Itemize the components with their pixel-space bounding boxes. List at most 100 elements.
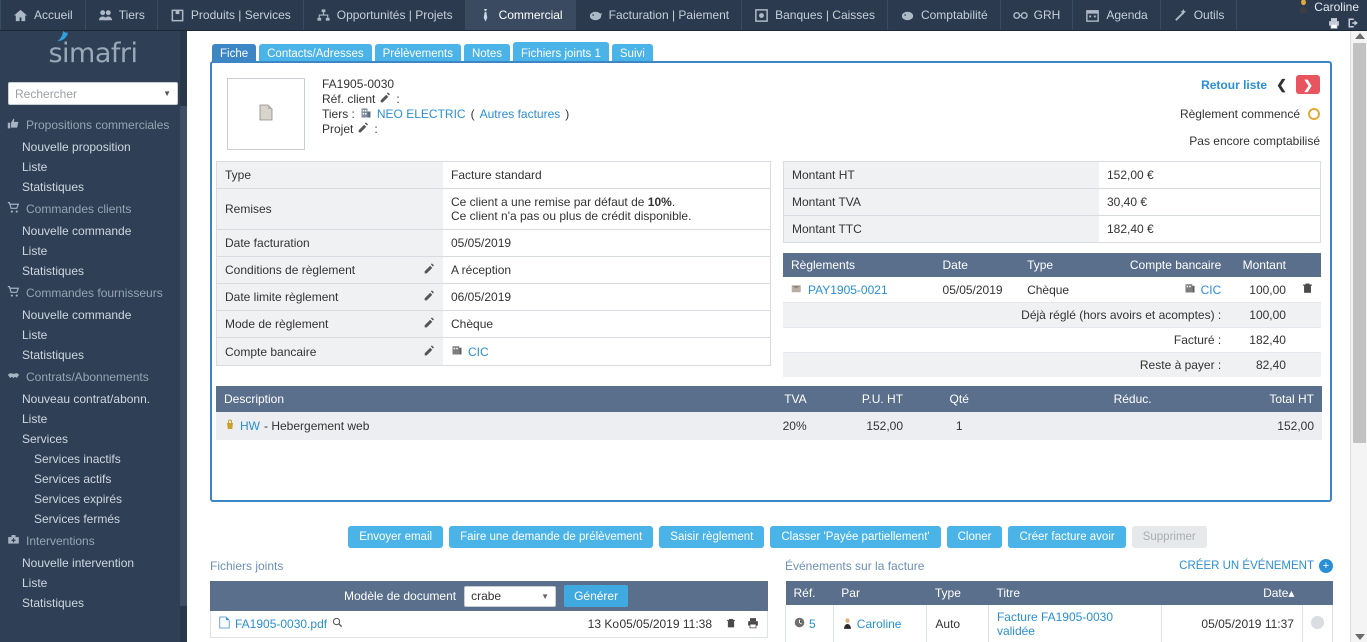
sidebar-item-nouvelle-commande-fournisseur[interactable]: Nouvelle commande <box>0 305 186 325</box>
payments-col-reglements[interactable]: Règlements <box>783 253 935 277</box>
user-row[interactable]: Caroline <box>1297 0 1359 16</box>
payments-col-compte-bancaire[interactable]: Compte bancaire <box>1121 253 1230 277</box>
event-user-link[interactable]: Caroline <box>857 617 902 631</box>
sidebar-item-interventions-liste[interactable]: Liste <box>0 573 186 593</box>
sidebar-item-commandes-clients-liste[interactable]: Liste <box>0 241 186 261</box>
tiers-link[interactable]: NEO ELECTRIC <box>377 107 466 122</box>
sidebar-item-services-fermes[interactable]: Services fermés <box>0 509 186 529</box>
document-model-select[interactable]: crabe ▼ <box>464 585 557 607</box>
edit-pencil-icon[interactable] <box>358 121 369 138</box>
payment-ref-link[interactable]: PAY1905-0021 <box>808 283 888 297</box>
print-icon[interactable] <box>1328 17 1340 32</box>
nav-item-outils[interactable]: Outils <box>1161 0 1238 30</box>
event-title-link[interactable]: Facture FA1905-0030 validée <box>997 610 1113 638</box>
page-scrollbar[interactable] <box>1350 31 1367 642</box>
edit-pencil-icon[interactable] <box>424 317 435 331</box>
sidebar-item-interventions-statistiques[interactable]: Statistiques <box>0 593 186 613</box>
events-col-titre[interactable]: Titre <box>988 581 1162 605</box>
payment-date: 05/05/2019 <box>934 277 1020 303</box>
preview-magnifier-icon[interactable] <box>332 617 343 631</box>
sidebar-group-interventions[interactable]: Interventions <box>0 529 186 553</box>
sidebar-item-services[interactable]: Services <box>0 429 186 449</box>
attachment-file-link[interactable]: FA1905-0030.pdf <box>235 617 327 631</box>
nav-item-commercial[interactable]: Commercial <box>465 0 576 30</box>
sidebar-group-propositions-commerciales[interactable]: Propositions commerciales <box>0 113 186 137</box>
nav-item-tiers[interactable]: Tiers <box>86 0 158 30</box>
box-icon <box>170 8 185 23</box>
scrollbar-thumb[interactable] <box>1353 43 1366 443</box>
edit-pencil-icon[interactable] <box>424 290 435 304</box>
total-label: Déjà réglé (hors avoirs et acomptes) : <box>783 302 1230 328</box>
scroll-down-arrow-icon[interactable] <box>1355 634 1365 640</box>
sidebar-item-services-actifs[interactable]: Services actifs <box>0 469 186 489</box>
sidebar-item-commandes-fournisseurs-statistiques[interactable]: Statistiques <box>0 345 186 365</box>
generer-button[interactable]: Générer <box>564 585 629 607</box>
creer-facture-avoir-button[interactable]: Créer facture avoir <box>1008 526 1126 548</box>
events-col-ref[interactable]: Réf. <box>785 581 834 605</box>
demande-prelevement-button[interactable]: Faire une demande de prélèvement <box>449 526 654 548</box>
nav-item-opportunites-projets[interactable]: Opportunités | Projets <box>304 0 466 30</box>
events-col-par[interactable]: Par <box>833 581 927 605</box>
sidebar-item-commandes-clients-statistiques[interactable]: Statistiques <box>0 261 186 281</box>
sidebar-item-nouveau-contrat[interactable]: Nouveau contrat/abonn. <box>0 389 186 409</box>
nav-item-agenda[interactable]: Agenda <box>1073 0 1161 30</box>
sidebar-scrollbar[interactable] <box>180 31 187 642</box>
creer-evenement-button[interactable]: CRÉER UN ÉVÉNEMENT + <box>1179 559 1333 573</box>
previous-record-button[interactable]: ❮ <box>1276 77 1287 93</box>
payment-bank-link[interactable]: CIC <box>1201 283 1222 297</box>
sidebar-item-propositions-statistiques[interactable]: Statistiques <box>0 177 186 197</box>
edit-pencil-icon[interactable] <box>424 344 435 359</box>
scroll-up-arrow-icon[interactable] <box>1355 33 1365 39</box>
tie-icon <box>478 8 493 23</box>
nav-item-grh[interactable]: GRH <box>1001 0 1074 30</box>
print-attachment-button[interactable] <box>747 617 759 632</box>
sidebar-scrollbar-thumb[interactable] <box>180 106 187 606</box>
sidebar-item-nouvelle-proposition[interactable]: Nouvelle proposition <box>0 137 186 157</box>
payments-col-date[interactable]: Date <box>934 253 1020 277</box>
cloner-button[interactable]: Cloner <box>946 526 1003 548</box>
sidebar-item-commandes-fournisseurs-liste[interactable]: Liste <box>0 325 186 345</box>
nav-item-banques-caisses[interactable]: Banques | Caisses <box>742 0 888 30</box>
events-col-type[interactable]: Type <box>926 581 989 605</box>
retour-liste-link[interactable]: Retour liste <box>1201 78 1267 92</box>
nav-item-produits-services[interactable]: Produits | Services <box>158 0 304 30</box>
edit-pencil-icon[interactable] <box>380 91 391 108</box>
classer-payee-partiellement-button[interactable]: Classer 'Payée partiellement' <box>770 526 941 548</box>
search-input[interactable]: Rechercher ▼ <box>8 82 178 105</box>
edit-pencil-icon[interactable] <box>424 263 435 277</box>
autres-factures-link[interactable]: Autres factures <box>480 107 561 122</box>
logout-icon[interactable] <box>1347 17 1359 32</box>
nav-item-accueil[interactable]: Accueil <box>0 0 86 30</box>
sidebar-group-contrats-abonnements[interactable]: Contrats/Abonnements <box>0 365 186 389</box>
sidebar-group-commandes-clients[interactable]: Commandes clients <box>0 197 186 221</box>
next-record-button[interactable]: ❯ <box>1296 75 1320 94</box>
saisir-reglement-button[interactable]: Saisir règlement <box>659 526 765 548</box>
line-product-code-link[interactable]: HW <box>240 419 260 433</box>
envoyer-email-button[interactable]: Envoyer email <box>348 526 444 548</box>
thumbs-up-icon <box>6 117 20 133</box>
accounting-status: Pas encore comptabilisé <box>1189 134 1320 148</box>
sidebar-item-services-expires[interactable]: Services expirés <box>0 489 186 509</box>
nav-label: Outils <box>1193 8 1225 22</box>
sidebar-item-contrats-liste[interactable]: Liste <box>0 409 186 429</box>
user-area: Caroline <box>1297 0 1367 30</box>
delete-payment-button[interactable] <box>1293 277 1321 303</box>
nav-item-comptabilite[interactable]: Comptabilité <box>888 0 1001 30</box>
table-row: HW - Hebergement web 20% 152,00 1 152,00 <box>216 412 1322 440</box>
nav-item-facturation-paiement[interactable]: Facturation | Paiement <box>576 0 743 30</box>
delete-attachment-button[interactable] <box>726 617 736 632</box>
bank-account-link[interactable]: CIC <box>468 345 489 359</box>
sidebar-item-services-inactifs[interactable]: Services inactifs <box>0 449 186 469</box>
payments-col-montant[interactable]: Montant <box>1229 253 1294 277</box>
app-logo[interactable]: simafri <box>0 31 186 76</box>
sidebar-item-propositions-liste[interactable]: Liste <box>0 157 186 177</box>
events-col-date[interactable]: Date▴ <box>1161 581 1303 605</box>
sidebar-item-nouvelle-intervention[interactable]: Nouvelle intervention <box>0 553 186 573</box>
line-description: - Hebergement web <box>264 419 370 433</box>
sidebar-group-commandes-fournisseurs[interactable]: Commandes fournisseurs <box>0 281 186 305</box>
sidebar-item-nouvelle-commande-client[interactable]: Nouvelle commande <box>0 221 186 241</box>
payments-col-type[interactable]: Type <box>1019 253 1122 277</box>
event-ref-link[interactable]: 5 <box>809 617 816 631</box>
detail-value-remises: Ce client a une remise par défaut de 10%… <box>443 188 770 230</box>
document-thumbnail[interactable] <box>227 78 305 150</box>
